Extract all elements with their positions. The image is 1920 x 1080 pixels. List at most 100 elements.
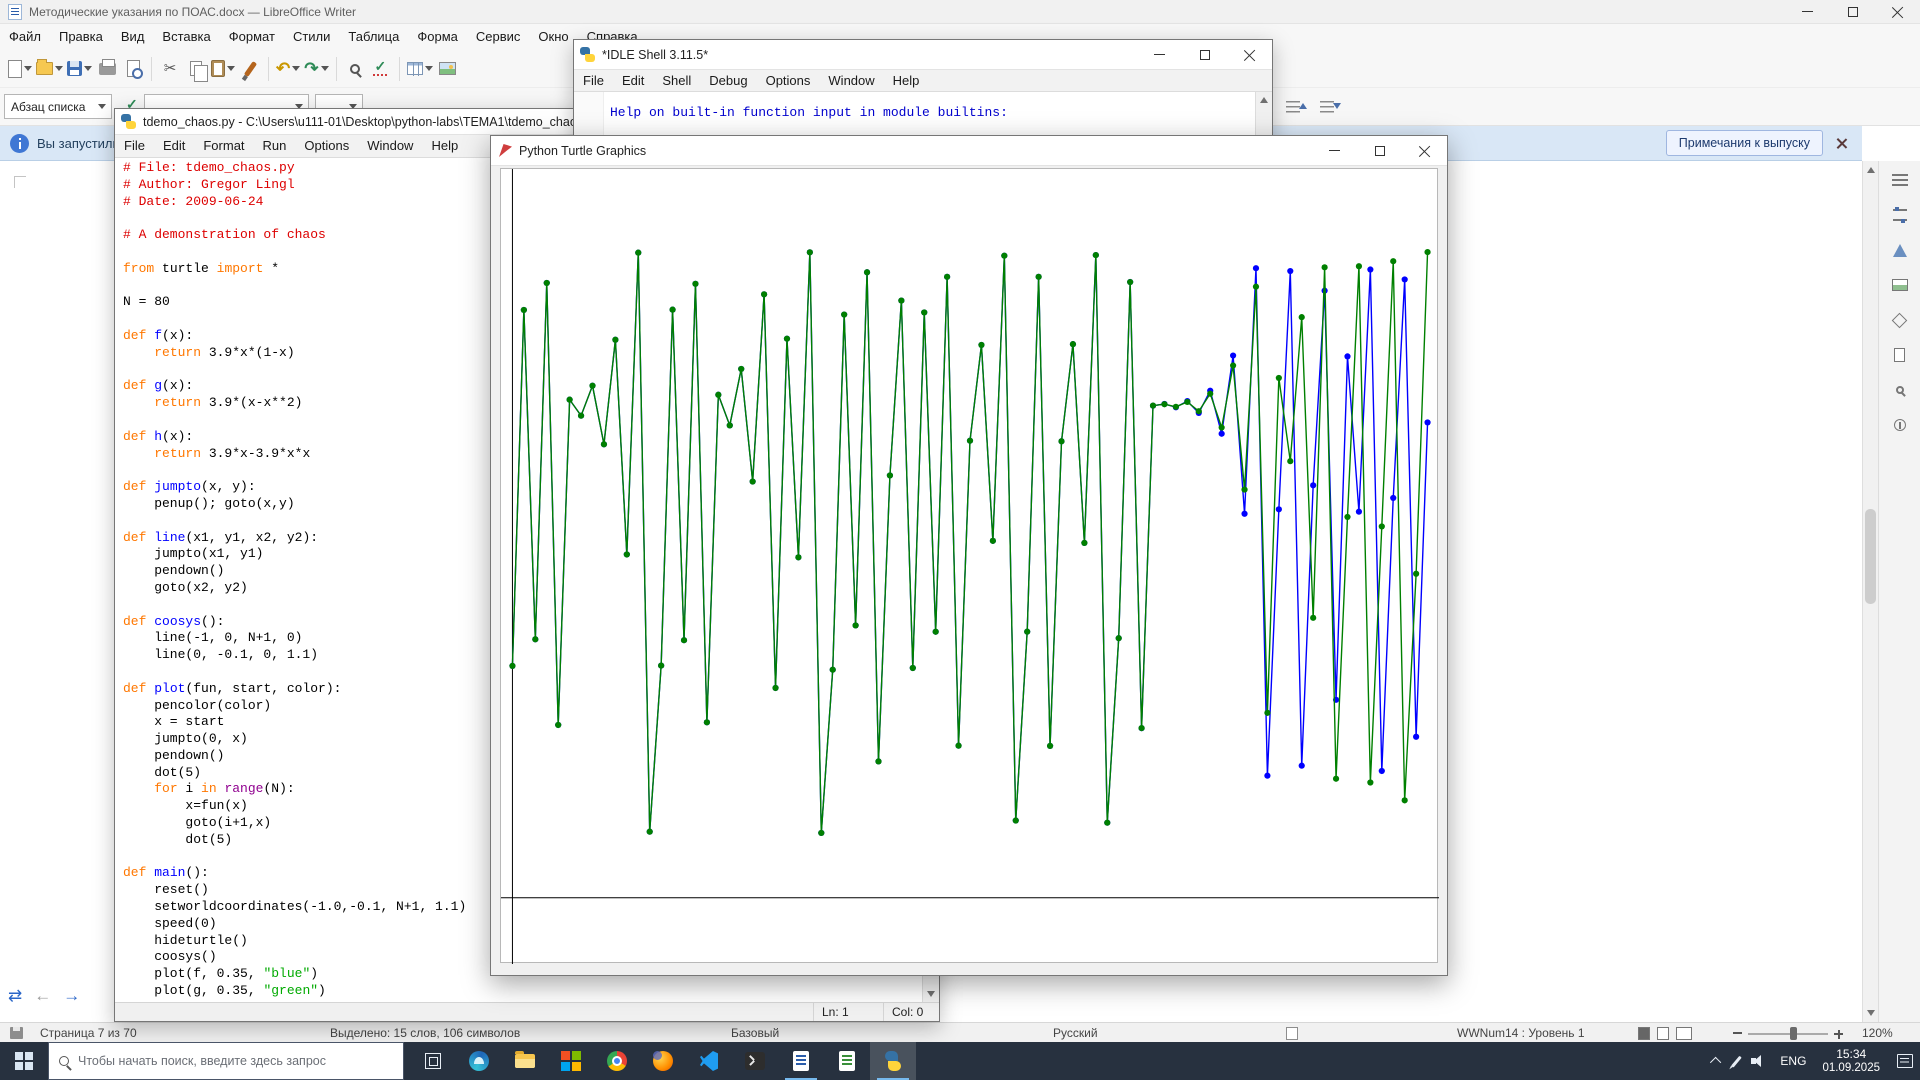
book-view-icon[interactable] — [1676, 1027, 1692, 1040]
redo-button[interactable] — [302, 55, 330, 83]
libreoffice-writer-taskbar-button[interactable] — [778, 1042, 824, 1080]
menu-вставка[interactable]: Вставка — [153, 24, 219, 50]
hidden-icons-button[interactable] — [1706, 1042, 1728, 1080]
scroll-down-icon[interactable] — [927, 991, 935, 997]
dropdown-caret-icon[interactable] — [320, 66, 329, 71]
menu-format[interactable]: Format — [194, 135, 253, 157]
libreoffice-titlebar[interactable]: Методические указания по ПОАС.docx — Lib… — [0, 0, 1920, 24]
multi-page-view-icon[interactable] — [1657, 1027, 1669, 1040]
language-indicator[interactable]: ENG — [1774, 1042, 1812, 1080]
close-button[interactable] — [1227, 40, 1272, 69]
dropdown-caret-icon[interactable] — [55, 66, 63, 71]
action-center-button[interactable] — [1890, 1042, 1920, 1080]
microsoft-store-taskbar-button[interactable] — [548, 1042, 594, 1080]
task-view-taskbar-button[interactable] — [410, 1042, 456, 1080]
menu-форма[interactable]: Форма — [408, 24, 467, 50]
page-style-status[interactable]: Базовый — [731, 1026, 779, 1040]
dropdown-caret-icon[interactable] — [424, 66, 433, 71]
scrollbar-thumb[interactable] — [1865, 509, 1876, 604]
zoom-slider[interactable] — [1748, 1033, 1828, 1035]
vscode-taskbar-button[interactable] — [686, 1042, 732, 1080]
page-icon[interactable] — [1887, 344, 1913, 366]
paragraph-spacing-decrease-button[interactable] — [1314, 93, 1341, 121]
undo-button[interactable] — [274, 55, 302, 83]
menu-run[interactable]: Run — [254, 135, 296, 157]
close-button[interactable] — [1402, 136, 1447, 165]
print-button[interactable] — [94, 55, 120, 83]
infobar-close-icon[interactable] — [1835, 137, 1848, 150]
dropdown-caret-icon[interactable] — [292, 66, 301, 71]
navigate-by-icon[interactable]: ⇄ — [8, 986, 22, 1006]
close-button[interactable] — [1875, 0, 1920, 23]
pen-tray-button[interactable] — [1728, 1042, 1745, 1080]
menu-debug[interactable]: Debug — [700, 70, 756, 92]
menu-правка[interactable]: Правка — [50, 24, 112, 50]
language-status[interactable]: Русский — [1053, 1026, 1098, 1040]
shell-titlebar[interactable]: *IDLE Shell 3.11.5* — [574, 40, 1272, 70]
taskbar-search[interactable] — [48, 1042, 404, 1080]
selection-mode-icon[interactable] — [1286, 1027, 1298, 1040]
release-notes-button[interactable]: Примечания к выпуску — [1665, 130, 1823, 156]
menu-file[interactable]: File — [115, 135, 154, 157]
taskbar-clock[interactable]: 15:34 01.09.2025 — [1812, 1042, 1890, 1080]
sidebar-settings-icon[interactable] — [1887, 169, 1913, 191]
accessibility-check-icon[interactable] — [1887, 414, 1913, 436]
minimize-button[interactable] — [1137, 40, 1182, 69]
navigator-icon[interactable] — [1887, 309, 1913, 331]
save-button[interactable] — [65, 55, 94, 83]
menu-вид[interactable]: Вид — [112, 24, 154, 50]
menu-edit[interactable]: Edit — [154, 135, 194, 157]
minimize-button[interactable] — [1312, 136, 1357, 165]
zoom-out-icon[interactable] — [1733, 1032, 1742, 1034]
styles-icon[interactable] — [1887, 239, 1913, 261]
minimize-button[interactable] — [1785, 0, 1830, 23]
single-page-view-icon[interactable] — [1638, 1027, 1650, 1040]
dropdown-caret-icon[interactable] — [24, 66, 32, 71]
menu-окно[interactable]: Окно — [529, 24, 577, 50]
new-document-button[interactable] — [6, 55, 34, 83]
menu-shell[interactable]: Shell — [653, 70, 700, 92]
menu-window[interactable]: Window — [358, 135, 422, 157]
insert-image-button[interactable] — [435, 55, 461, 83]
style-inspector-icon[interactable] — [1887, 379, 1913, 401]
menu-edit[interactable]: Edit — [613, 70, 653, 92]
copy-button[interactable] — [183, 55, 209, 83]
list-level-status[interactable]: WWNum14 : Уровень 1 — [1457, 1026, 1585, 1040]
firefox-taskbar-button[interactable] — [640, 1042, 686, 1080]
scroll-down-icon[interactable] — [1867, 1010, 1875, 1016]
selection-status[interactable]: Выделено: 15 слов, 106 символов — [330, 1026, 520, 1040]
chrome-taskbar-button[interactable] — [594, 1042, 640, 1080]
menu-файл[interactable]: Файл — [0, 24, 50, 50]
find-replace-button[interactable] — [342, 55, 368, 83]
python-idle-taskbar-button[interactable] — [870, 1042, 916, 1080]
menu-формат[interactable]: Формат — [220, 24, 284, 50]
menu-options[interactable]: Options — [295, 135, 358, 157]
menu-window[interactable]: Window — [819, 70, 883, 92]
zoom-in-icon[interactable] — [1833, 1028, 1844, 1039]
edge-taskbar-button[interactable] — [456, 1042, 502, 1080]
insert-table-button[interactable] — [405, 55, 435, 83]
print-preview-button[interactable] — [120, 55, 146, 83]
gallery-icon[interactable] — [1887, 274, 1913, 296]
menu-таблица[interactable]: Таблица — [339, 24, 408, 50]
paste-button[interactable] — [209, 55, 237, 83]
paragraph-spacing-increase-button[interactable] — [1280, 93, 1307, 121]
start-button[interactable] — [0, 1042, 48, 1080]
open-button[interactable] — [34, 55, 65, 83]
page-count-status[interactable]: Страница 7 из 70 — [40, 1026, 137, 1040]
menu-сервис[interactable]: Сервис — [467, 24, 530, 50]
next-page-icon[interactable]: → — [63, 986, 80, 1006]
clone-formatting-button[interactable] — [237, 55, 263, 83]
scroll-up-icon[interactable] — [1867, 167, 1875, 173]
zoom-slider-thumb[interactable] — [1790, 1027, 1797, 1040]
properties-icon[interactable] — [1887, 204, 1913, 226]
maximize-button[interactable] — [1182, 40, 1227, 69]
maximize-button[interactable] — [1830, 0, 1875, 23]
menu-help[interactable]: Help — [884, 70, 929, 92]
paragraph-style-combo[interactable]: Абзац списка — [4, 94, 112, 119]
turtle-titlebar[interactable]: Python Turtle Graphics — [491, 136, 1447, 166]
zoom-percent[interactable]: 120% — [1862, 1026, 1893, 1040]
menu-file[interactable]: File — [574, 70, 613, 92]
maximize-button[interactable] — [1357, 136, 1402, 165]
libreoffice-calc-taskbar-button[interactable] — [824, 1042, 870, 1080]
